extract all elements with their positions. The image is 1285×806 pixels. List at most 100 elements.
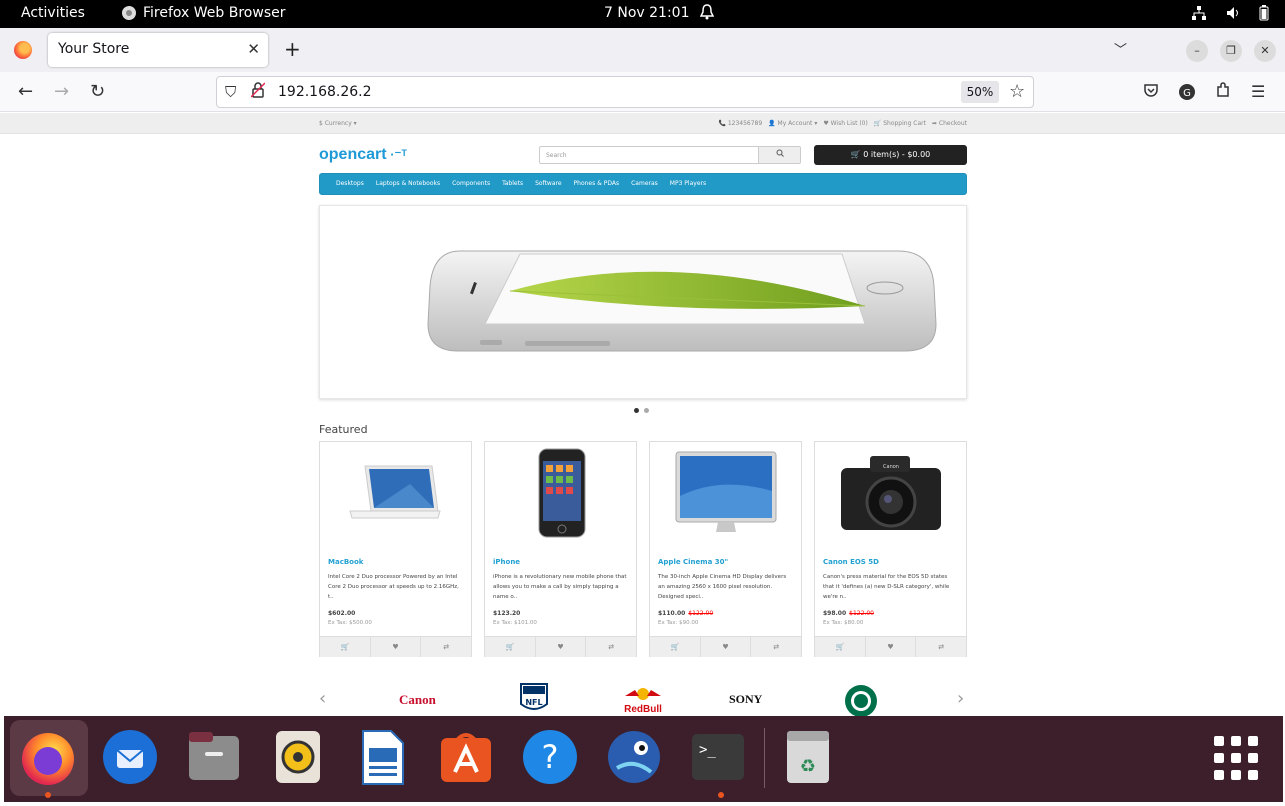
libreoffice-writer-dock-icon[interactable] — [353, 728, 411, 786]
tracking-shield-icon[interactable]: ⛉ — [225, 83, 236, 101]
brand-logo-nfl[interactable]: NFL — [519, 682, 549, 716]
insecure-lock-icon[interactable] — [250, 82, 266, 102]
store-logo[interactable]: opencart ·⁻ᵀ — [319, 146, 407, 164]
product-name-link[interactable]: MacBook — [328, 558, 363, 566]
currency-dropdown[interactable]: $ Currency ▾ — [319, 120, 357, 127]
forward-arrow-icon[interactable]: → — [54, 81, 69, 102]
product-price: $123.20 — [493, 610, 520, 617]
price-old: $122.00 — [688, 610, 714, 617]
svg-text:NFL: NFL — [525, 698, 542, 707]
shopping-cart-link[interactable]: 🛒 Shopping Cart — [874, 120, 926, 127]
minimize-button[interactable]: – — [1186, 40, 1208, 62]
thunderbird-dock-icon[interactable] — [101, 728, 159, 786]
add-to-cart-icon[interactable]: 🛒 — [485, 637, 536, 657]
slide-dot-1[interactable] — [634, 408, 639, 413]
wishlist-heart-icon[interactable]: ♥ — [866, 637, 917, 657]
canon-camera-image[interactable]: Canon — [815, 446, 966, 542]
system-tray[interactable] — [1191, 5, 1269, 21]
my-account-link[interactable]: 👤 My Account ▾ — [768, 120, 817, 127]
apple-cinema-image[interactable] — [650, 446, 801, 542]
menu-software[interactable]: Software — [529, 174, 567, 194]
slideshow-banner[interactable] — [319, 205, 967, 399]
hamburger-menu-icon[interactable]: ☰ — [1251, 82, 1265, 101]
menu-cameras[interactable]: Cameras — [625, 174, 664, 194]
brand-logo-sony[interactable]: SONY — [729, 692, 762, 707]
wishlist-heart-icon[interactable]: ♥ — [371, 637, 422, 657]
phone-link[interactable]: 📞 123456789 — [718, 120, 762, 127]
notification-bell-icon[interactable] — [699, 4, 715, 24]
product-description: Intel Core 2 Duo processor Powered by an… — [328, 574, 459, 600]
search-input[interactable]: Search — [539, 146, 759, 164]
help-dock-icon[interactable]: ? — [521, 728, 579, 786]
activities-button[interactable]: Activities — [21, 5, 85, 21]
svg-text:♻: ♻ — [800, 756, 816, 777]
wish-list-link[interactable]: ♥ Wish List (0) — [823, 120, 867, 127]
compare-icon[interactable]: ⇄ — [916, 637, 966, 657]
product-buttons: 🛒 ♥ ⇄ — [485, 636, 636, 657]
brand-logo-starbucks[interactable] — [840, 682, 882, 716]
store-top-bar: $ Currency ▾ 📞 123456789 👤 My Account ▾ … — [0, 113, 1285, 134]
product-description: Canon's press material for the EOS 5D st… — [823, 574, 950, 600]
menu-desktops[interactable]: Desktops — [330, 174, 370, 194]
compare-icon[interactable]: ⇄ — [586, 637, 636, 657]
menu-tablets[interactable]: Tablets — [496, 174, 529, 194]
logo-text: opencart — [319, 146, 387, 163]
iphone-image[interactable] — [485, 446, 636, 542]
checkout-link[interactable]: ➦ Checkout — [932, 120, 967, 127]
rhythmbox-dock-icon[interactable] — [269, 728, 327, 786]
slide-dot-2[interactable] — [644, 408, 649, 413]
compare-icon[interactable]: ⇄ — [751, 637, 801, 657]
menu-components[interactable]: Components — [446, 174, 496, 194]
tab-title: Your Store — [58, 41, 130, 57]
new-tab-button[interactable]: + — [284, 37, 301, 61]
chameleon-dock-icon[interactable] — [605, 728, 663, 786]
trash-dock-icon[interactable]: ♻ — [779, 728, 837, 786]
close-tab-icon[interactable]: ✕ — [247, 40, 260, 58]
product-name-link[interactable]: Apple Cinema 30" — [658, 558, 728, 566]
menu-phones[interactable]: Phones & PDAs — [568, 174, 626, 194]
bookmark-star-icon[interactable]: ☆ — [1009, 81, 1025, 102]
reload-icon[interactable]: ↻ — [90, 81, 105, 102]
compare-icon[interactable]: ⇄ — [421, 637, 471, 657]
ubuntu-dock: ? >_ ♻ — [4, 716, 1283, 802]
firefox-view-icon[interactable] — [14, 41, 32, 59]
address-bar[interactable]: ⛉ 192.168.26.2 50% ☆ — [216, 76, 1034, 108]
carousel-prev-chevron-icon[interactable]: ‹ — [319, 688, 326, 709]
menu-mp3[interactable]: MP3 Players — [664, 174, 712, 194]
product-name-link[interactable]: iPhone — [493, 558, 520, 566]
product-ex-tax: Ex Tax: $80.00 — [823, 620, 864, 626]
close-window-button[interactable]: ✕ — [1254, 40, 1276, 62]
macbook-image[interactable] — [320, 446, 471, 542]
firefox-dock-icon[interactable] — [19, 728, 77, 786]
tab-your-store[interactable]: Your Store ✕ — [48, 33, 268, 67]
list-all-tabs-chevron-icon[interactable]: ﹀ — [1114, 39, 1127, 58]
maximize-button[interactable]: ❐ — [1220, 40, 1242, 62]
add-to-cart-icon[interactable]: 🛒 — [815, 637, 866, 657]
add-to-cart-icon[interactable]: 🛒 — [320, 637, 371, 657]
product-ex-tax: Ex Tax: $90.00 — [658, 620, 699, 626]
terminal-dock-icon[interactable]: >_ — [689, 728, 747, 786]
extensions-icon[interactable] — [1215, 82, 1231, 102]
zoom-level-button[interactable]: 50% — [961, 81, 999, 103]
pocket-icon[interactable] — [1143, 82, 1159, 102]
add-to-cart-icon[interactable]: 🛒 — [650, 637, 701, 657]
show-applications-grid-icon[interactable] — [1214, 736, 1258, 780]
files-dock-icon[interactable] — [185, 728, 243, 786]
back-arrow-icon[interactable]: ← — [18, 81, 33, 102]
carousel-next-chevron-icon[interactable]: › — [957, 688, 964, 709]
wishlist-heart-icon[interactable]: ♥ — [701, 637, 752, 657]
app-menu[interactable]: Firefox Web Browser — [121, 5, 286, 21]
product-name-link[interactable]: Canon EOS 5D — [823, 558, 879, 566]
cart-button[interactable]: 🛒 0 item(s) - $0.00 — [814, 145, 967, 165]
search-button[interactable] — [758, 146, 801, 164]
brand-logo-canon[interactable]: Canon — [399, 692, 436, 708]
brand-logo-redbull[interactable]: RedBull — [619, 684, 667, 714]
svg-text:>_: >_ — [699, 742, 716, 758]
ubuntu-software-dock-icon[interactable] — [437, 728, 495, 786]
account-avatar[interactable]: G — [1179, 84, 1195, 104]
product-ex-tax: Ex Tax: $500.00 — [328, 620, 372, 626]
logo-cart-icon: ·⁻ᵀ — [386, 147, 408, 162]
wishlist-heart-icon[interactable]: ♥ — [536, 637, 587, 657]
menu-laptops[interactable]: Laptops & Notebooks — [370, 174, 446, 194]
clock[interactable]: 7 Nov 21:01 — [604, 5, 689, 21]
